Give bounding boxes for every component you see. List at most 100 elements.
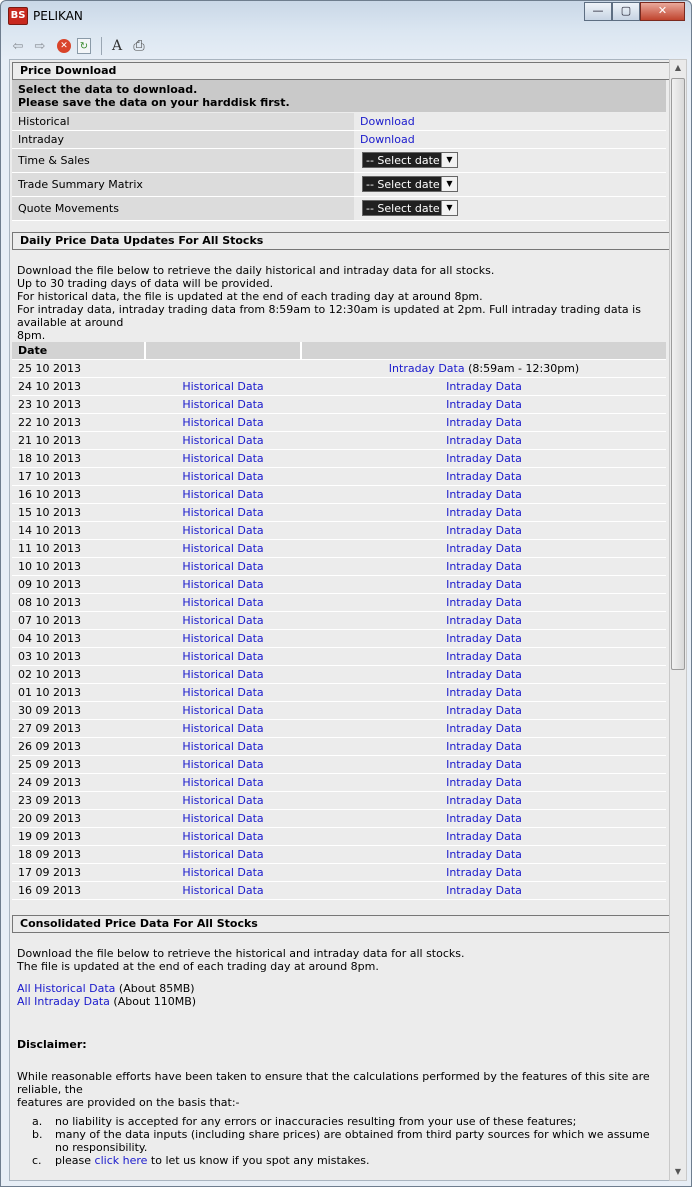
historical-data-link[interactable]: Historical Data <box>182 848 263 861</box>
intraday-data-link[interactable]: Intraday Data <box>446 830 522 843</box>
intraday-data-link[interactable]: Intraday Data <box>446 632 522 645</box>
intraday-data-link[interactable]: Intraday Data <box>446 542 522 555</box>
intraday-cell: Intraday Data <box>302 882 666 899</box>
historical-cell: Historical Data <box>146 414 300 431</box>
click-here-link[interactable]: click here <box>95 1154 148 1167</box>
time-sales-date-select[interactable]: -- Select date -- ▼ <box>362 152 458 168</box>
historical-data-link[interactable]: Historical Data <box>182 812 263 825</box>
close-button[interactable]: ✕ <box>640 2 685 21</box>
historical-data-link[interactable]: Historical Data <box>182 704 263 717</box>
scroll-down-icon[interactable]: ▼ <box>670 1164 686 1180</box>
historical-data-link[interactable]: Historical Data <box>182 470 263 483</box>
intraday-data-link[interactable]: Intraday Data <box>446 686 522 699</box>
consolidated-data-heading: Consolidated Price Data For All Stocks <box>12 915 670 933</box>
historical-data-link[interactable]: Historical Data <box>182 614 263 627</box>
intraday-data-link[interactable]: Intraday Data <box>446 416 522 429</box>
historical-cell: Historical Data <box>146 828 300 845</box>
maximize-button[interactable]: ▢ <box>612 2 640 21</box>
historical-cell: Historical Data <box>146 468 300 485</box>
intraday-data-link[interactable]: Intraday Data <box>446 488 522 501</box>
historical-data-link[interactable]: Historical Data <box>182 596 263 609</box>
historical-data-link[interactable]: Historical Data <box>182 884 263 897</box>
intraday-data-link[interactable]: Intraday Data <box>446 578 522 591</box>
select-value: -- Select date -- <box>366 154 452 167</box>
intraday-data-link[interactable]: Intraday Data <box>446 704 522 717</box>
chevron-down-icon[interactable]: ▼ <box>441 177 457 191</box>
historical-data-link[interactable]: Historical Data <box>182 416 263 429</box>
intraday-download-link[interactable]: Download <box>360 133 415 146</box>
refresh-icon[interactable]: ↻ <box>77 38 91 54</box>
table-row: 23 10 2013 Historical Data Intraday Data <box>12 396 666 414</box>
table-row: 10 10 2013 Historical Data Intraday Data <box>12 558 666 576</box>
intraday-data-link[interactable]: Intraday Data <box>446 722 522 735</box>
historical-download-link[interactable]: Download <box>360 115 415 128</box>
intraday-data-link[interactable]: Intraday Data <box>446 560 522 573</box>
intraday-data-link[interactable]: Intraday Data <box>446 470 522 483</box>
intraday-data-link[interactable]: Intraday Data <box>446 506 522 519</box>
historical-data-link[interactable]: Historical Data <box>182 866 263 879</box>
intraday-data-link[interactable]: Intraday Data <box>446 596 522 609</box>
historical-data-link[interactable]: Historical Data <box>182 560 263 573</box>
historical-data-link[interactable]: Historical Data <box>182 524 263 537</box>
historical-cell: Historical Data <box>146 522 300 539</box>
historical-data-link[interactable]: Historical Data <box>182 452 263 465</box>
all-historical-data-link[interactable]: All Historical Data <box>17 982 115 995</box>
forward-arrow-icon[interactable]: ⇨ <box>31 37 49 55</box>
intraday-data-link[interactable]: Intraday Data <box>446 866 522 879</box>
intraday-data-link[interactable]: Intraday Data <box>446 812 522 825</box>
intraday-data-link[interactable]: Intraday Data <box>446 434 522 447</box>
print-icon[interactable]: ⎙ <box>130 37 148 55</box>
chevron-down-icon[interactable]: ▼ <box>441 201 457 215</box>
historical-data-link[interactable]: Historical Data <box>182 650 263 663</box>
historical-data-link[interactable]: Historical Data <box>182 686 263 699</box>
intraday-data-link[interactable]: Intraday Data <box>446 380 522 393</box>
all-intraday-data-link[interactable]: All Intraday Data <box>17 995 110 1008</box>
intraday-data-link[interactable]: Intraday Data <box>446 452 522 465</box>
vertical-scrollbar[interactable]: ▲ ▼ <box>669 59 687 1181</box>
scroll-up-icon[interactable]: ▲ <box>670 60 686 76</box>
trade-summary-date-select[interactable]: -- Select date -- ▼ <box>362 176 458 192</box>
intraday-data-link[interactable]: Intraday Data <box>446 614 522 627</box>
intraday-data-link[interactable]: Intraday Data <box>389 362 465 375</box>
table-row: 21 10 2013 Historical Data Intraday Data <box>12 432 666 450</box>
row-label: Quote Movements <box>12 197 354 220</box>
intraday-data-link[interactable]: Intraday Data <box>446 794 522 807</box>
intraday-data-link[interactable]: Intraday Data <box>446 848 522 861</box>
historical-data-link[interactable]: Historical Data <box>182 758 263 771</box>
intraday-data-link[interactable]: Intraday Data <box>446 776 522 789</box>
stop-icon[interactable]: ✕ <box>57 39 71 53</box>
table-row: 15 10 2013 Historical Data Intraday Data <box>12 504 666 522</box>
intraday-data-link[interactable]: Intraday Data <box>446 668 522 681</box>
historical-cell: Historical Data <box>146 450 300 467</box>
quote-movements-date-select[interactable]: -- Select date -- ▼ <box>362 200 458 216</box>
intraday-cell: Intraday Data <box>302 846 666 863</box>
back-arrow-icon[interactable]: ⇦ <box>9 37 27 55</box>
chevron-down-icon[interactable]: ▼ <box>441 153 457 167</box>
minimize-button[interactable]: — <box>584 2 612 21</box>
historical-data-link[interactable]: Historical Data <box>182 740 263 753</box>
historical-data-link[interactable]: Historical Data <box>182 506 263 519</box>
historical-data-link[interactable]: Historical Data <box>182 578 263 591</box>
historical-data-link[interactable]: Historical Data <box>182 398 263 411</box>
intraday-data-link[interactable]: Intraday Data <box>446 524 522 537</box>
historical-data-link[interactable]: Historical Data <box>182 434 263 447</box>
intraday-data-link[interactable]: Intraday Data <box>446 398 522 411</box>
intraday-data-link[interactable]: Intraday Data <box>446 884 522 897</box>
intraday-cell: Intraday Data <box>302 792 666 809</box>
intraday-data-link[interactable]: Intraday Data <box>446 758 522 771</box>
row-label: Time & Sales <box>12 149 354 172</box>
historical-data-link[interactable]: Historical Data <box>182 488 263 501</box>
historical-data-link[interactable]: Historical Data <box>182 380 263 393</box>
historical-data-link[interactable]: Historical Data <box>182 776 263 789</box>
historical-data-link[interactable]: Historical Data <box>182 542 263 555</box>
scrollbar-thumb[interactable] <box>671 78 685 670</box>
historical-data-link[interactable]: Historical Data <box>182 632 263 645</box>
intraday-data-link[interactable]: Intraday Data <box>446 740 522 753</box>
historical-data-link[interactable]: Historical Data <box>182 668 263 681</box>
historical-data-link[interactable]: Historical Data <box>182 794 263 807</box>
historical-data-link[interactable]: Historical Data <box>182 722 263 735</box>
font-size-icon[interactable]: A <box>108 37 126 55</box>
row-date: 21 10 2013 <box>18 434 81 447</box>
historical-data-link[interactable]: Historical Data <box>182 830 263 843</box>
intraday-data-link[interactable]: Intraday Data <box>446 650 522 663</box>
